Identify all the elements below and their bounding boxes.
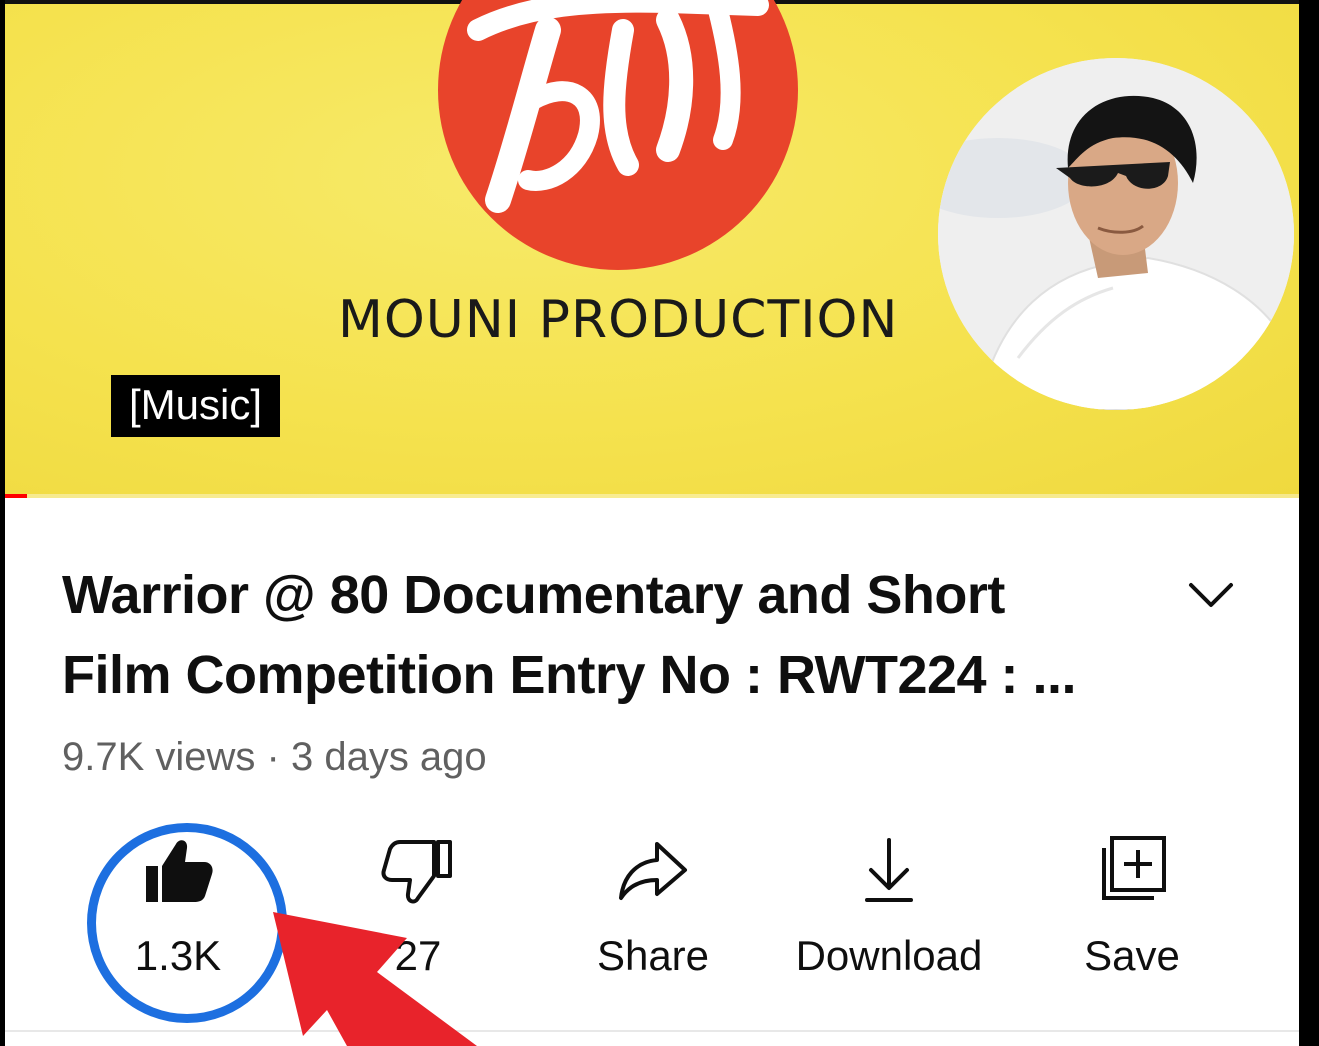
video-title-line-1: Warrior @ 80 Documentary and Short — [62, 565, 1005, 625]
view-count: 9.7K views — [62, 735, 256, 779]
video-title-line-2: Film Competition Entry No : RWT224 : ... — [62, 645, 1077, 705]
video-progress-bar[interactable] — [5, 494, 1299, 498]
dislike-count: 27 — [394, 932, 442, 979]
save-label: Save — [1084, 932, 1180, 979]
video-title[interactable]: Warrior @ 80 Documentary and Short Film … — [62, 555, 1142, 715]
download-button[interactable]: Download — [779, 830, 999, 1000]
brand-title: MOUNI PRODUCTION — [338, 290, 899, 350]
share-arrow-icon — [619, 842, 687, 900]
app-frame: MOUNI PRODUCTION [Music] Warrior @ 80 Do… — [5, 0, 1299, 1046]
expand-description-button[interactable] — [1181, 565, 1241, 625]
thumbs-up-filled-icon — [146, 840, 213, 902]
share-button[interactable]: Share — [543, 830, 763, 1000]
video-player[interactable]: MOUNI PRODUCTION [Music] — [5, 0, 1299, 498]
dislike-button[interactable]: 27 — [308, 830, 528, 1000]
section-divider — [5, 1030, 1299, 1032]
thumbs-down-icon — [381, 840, 452, 904]
meta-separator: · — [255, 735, 291, 779]
save-button[interactable]: Save — [1022, 830, 1242, 1000]
share-label: Share — [596, 932, 710, 979]
download-label: Download — [795, 932, 983, 979]
mouni-logo — [438, 0, 798, 270]
like-button[interactable]: 1.3K — [68, 830, 288, 1000]
save-to-playlist-icon — [1102, 836, 1166, 900]
closed-caption: [Music] — [111, 375, 281, 437]
like-count: 1.3K — [134, 932, 222, 979]
download-icon — [865, 838, 913, 902]
chevron-down-icon — [1189, 583, 1233, 607]
channel-avatar-overlay — [938, 58, 1294, 410]
video-progress-fill — [5, 494, 27, 498]
upload-date: 3 days ago — [290, 735, 487, 779]
video-metadata: 9.7K views · 3 days ago — [62, 735, 487, 780]
